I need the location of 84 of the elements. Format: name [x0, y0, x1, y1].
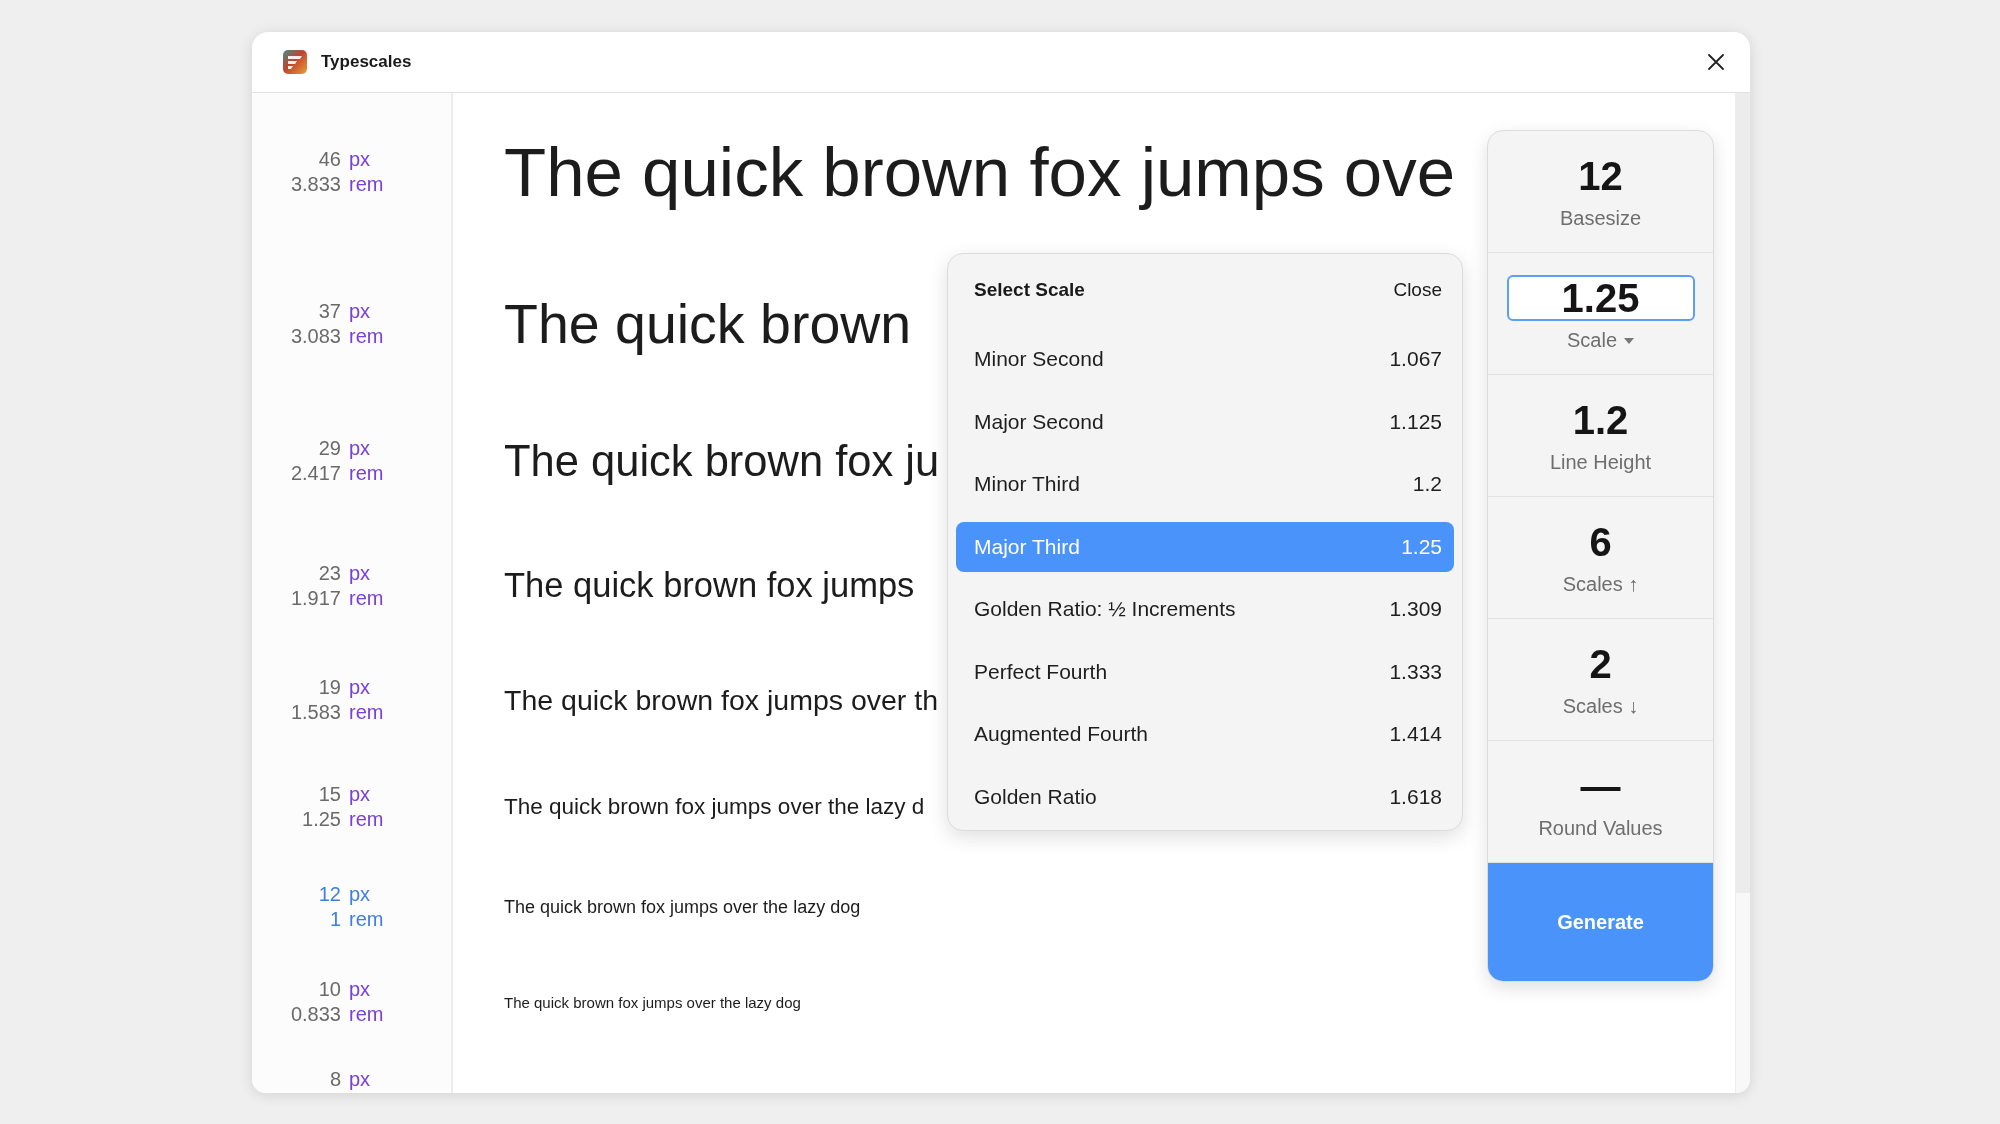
menu-title: Select Scale — [974, 279, 1085, 301]
sample-text: The quick brown fox ju — [504, 436, 940, 486]
sample-text: The quick brown fox jumps — [504, 566, 915, 605]
scale-name: Golden Ratio — [974, 784, 1097, 809]
sample-text: The quick brown fox jumps over the lazy dog — [504, 896, 861, 918]
scale-name: Minor Third — [974, 472, 1080, 496]
setting-label: Scales ↓ — [1562, 695, 1639, 718]
scrollbar-thumb[interactable] — [1736, 93, 1750, 893]
rem-unit: rem — [349, 806, 385, 832]
rem-value: 1 — [328, 907, 341, 932]
rem-value: 0.833 — [290, 1002, 341, 1027]
px-unit: px — [349, 1066, 372, 1092]
rem-unit: rem — [349, 1002, 385, 1027]
px-value: 19 — [317, 675, 341, 700]
px-unit: px — [349, 298, 372, 324]
rem-value: 1.25 — [302, 806, 341, 832]
scale-name: Minor Second — [974, 347, 1104, 371]
window-title: Typescales — [321, 52, 412, 72]
caret-icon[interactable] — [1624, 337, 1634, 344]
px-unit: px — [349, 436, 372, 461]
scale-option[interactable]: Minor Third 1.2 — [956, 459, 1454, 509]
scale-ratio: 1.309 — [1389, 597, 1442, 621]
px-value: 10 — [317, 977, 341, 1002]
px-unit: px — [349, 675, 372, 700]
rem-unit: rem — [349, 907, 385, 932]
close-icon[interactable] — [1706, 52, 1726, 72]
setting-value[interactable]: 12 — [1578, 153, 1623, 199]
scale-option[interactable]: Perfect Fourth 1.333 — [956, 646, 1454, 697]
scale-ratio: 1.25 — [1401, 534, 1442, 559]
setting-label: Round Values — [1538, 817, 1663, 840]
px-value: 46 — [317, 147, 341, 172]
scale-ratio: 1.333 — [1389, 659, 1442, 684]
px-unit: px — [349, 781, 372, 807]
px-value: 8 — [329, 1066, 341, 1092]
setting-label: Scale — [1567, 329, 1617, 352]
scale-field[interactable]: 1.25 — [1506, 275, 1695, 321]
sample-text: The quick brown — [504, 291, 912, 356]
sample-text: The quick brown fox jumps over the lazy dog — [504, 993, 801, 1011]
scale-option[interactable]: Minor Second 1.067 — [956, 334, 1454, 384]
scale-ratio: 1.2 — [1412, 472, 1442, 496]
scale-option[interactable]: Golden Ratio: ½ Increments 1.309 — [956, 584, 1454, 634]
px-unit: px — [349, 882, 372, 907]
setting-value[interactable]: 6 — [1589, 519, 1612, 565]
px-unit: px — [349, 977, 372, 1002]
rem-value: 1.583 — [290, 700, 341, 725]
scale-ratio: 1.067 — [1389, 347, 1442, 371]
sample-text: The quick brown fox jumps over the lazy d — [504, 793, 925, 820]
px-value: 15 — [317, 781, 341, 807]
rem-unit: rem — [349, 461, 385, 486]
scale-ratio: 1.414 — [1389, 722, 1442, 746]
px-value: 29 — [317, 436, 341, 461]
setting-value[interactable]: 2 — [1589, 641, 1612, 687]
setting-label: Line Height — [1549, 451, 1652, 474]
px-value: 37 — [317, 298, 341, 324]
scale-ratio: 1.125 — [1389, 409, 1442, 434]
rem-unit: rem — [349, 172, 385, 197]
scale-option[interactable]: Major Second 1.125 — [956, 396, 1454, 447]
rem-unit: rem — [349, 700, 385, 725]
sample-text: The quick brown fox jumps over th — [504, 683, 939, 717]
scale-option[interactable]: Golden Ratio 1.618 — [956, 771, 1454, 822]
px-value: 12 — [318, 882, 341, 907]
px-value: 23 — [317, 560, 341, 586]
close-button[interactable]: Close — [1393, 279, 1442, 301]
scale-name: Augmented Fourth — [974, 722, 1148, 746]
app-icon — [283, 50, 307, 74]
rem-value: 3.083 — [290, 323, 341, 349]
px-unit: px — [349, 560, 372, 586]
rem-unit: rem — [349, 585, 385, 611]
rem-value: 1.917 — [290, 585, 341, 611]
setting-label: Basesize — [1559, 207, 1642, 230]
setting-value[interactable]: 1.2 — [1572, 397, 1629, 443]
scale-name: Golden Ratio: ½ Increments — [974, 597, 1236, 621]
rem-value: 3.833 — [290, 172, 341, 197]
px-unit: px — [349, 147, 372, 172]
scale-option[interactable]: Augmented Fourth 1.414 — [956, 709, 1454, 759]
scale-name: Major Second — [974, 409, 1104, 434]
setting-value[interactable]: — — [1580, 763, 1621, 809]
setting-label: Scales ↑ — [1562, 573, 1639, 596]
rem-unit: rem — [349, 323, 385, 349]
scale-name: Major Third — [974, 534, 1080, 559]
scale-name: Perfect Fourth — [974, 659, 1108, 684]
sample-text: The quick brown fox jumps ove — [504, 132, 1456, 212]
rem-value: 2.417 — [290, 461, 341, 486]
scale-ratio: 1.618 — [1389, 784, 1442, 809]
